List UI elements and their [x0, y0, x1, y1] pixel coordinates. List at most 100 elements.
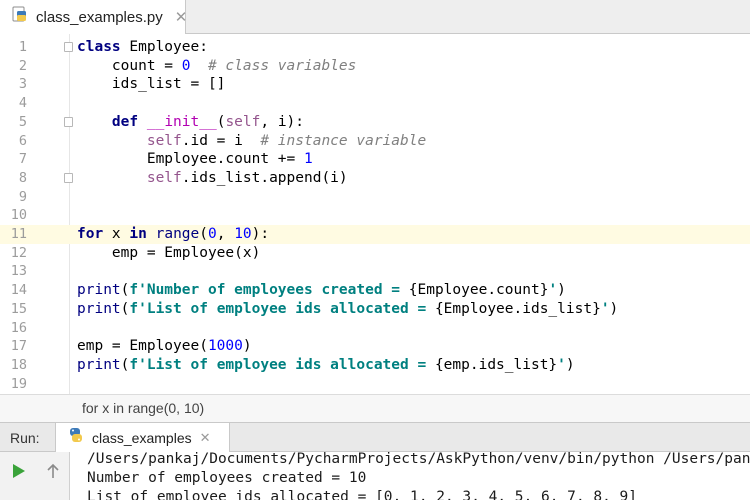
code-token: x: [103, 226, 130, 242]
code-token: class: [77, 39, 121, 55]
code-token: print: [77, 300, 121, 317]
code-text: emp = Employee(x): [77, 244, 260, 263]
code-token: in: [129, 226, 147, 242]
code-line[interactable]: 12 emp = Employee(x): [0, 244, 750, 263]
line-number: 16: [10, 319, 27, 336]
line-number: 13: [10, 263, 27, 280]
code-token: {Employee.count}: [408, 282, 549, 299]
code-token: .id = i: [181, 132, 261, 149]
code-line[interactable]: 11 for x in range(0, 10):: [0, 225, 750, 244]
line-number: 11: [10, 226, 27, 242]
code-text: self.id = i # instance variable: [77, 132, 426, 151]
code-token: .ids_list.append(i): [181, 169, 348, 186]
code-token: 1: [303, 151, 313, 168]
code-text: for x in range(0, 10):: [77, 225, 269, 244]
code-token: ): [242, 338, 252, 355]
code-token: for: [77, 226, 104, 242]
run-panel-title: Run:: [10, 430, 40, 446]
code-token: ': [557, 356, 566, 373]
code-line[interactable]: 16: [0, 319, 750, 338]
line-number: 18: [10, 356, 27, 373]
code-line[interactable]: 6 self.id = i # instance variable: [0, 132, 750, 151]
code-token: print: [77, 282, 121, 299]
breadcrumb-text[interactable]: for x in range(0, 10): [82, 400, 204, 416]
code-token: self: [146, 132, 182, 149]
code-line[interactable]: 1 class Employee:: [0, 38, 750, 57]
code-token: ): [609, 300, 619, 317]
code-text: count = 0 # class variables: [77, 57, 356, 76]
line-number: 2: [18, 57, 27, 74]
code-token: Employee:: [120, 39, 208, 55]
code-editor[interactable]: 1 class Employee: 2 count = 0 # class vari…: [0, 34, 750, 394]
code-token: count =: [77, 57, 182, 74]
code-line[interactable]: 14 print(f'Number of employees created = …: [0, 281, 750, 300]
fold-marker-icon[interactable]: [64, 172, 73, 183]
code-line[interactable]: 9: [0, 188, 750, 207]
code-token: 10: [234, 226, 252, 242]
code-text: emp = Employee(1000): [77, 337, 252, 356]
run-button[interactable]: [8, 460, 30, 482]
play-icon: [13, 464, 25, 478]
run-console: /Users/pankaj/Documents/PycharmProjects/…: [0, 451, 750, 500]
python-file-icon: [12, 6, 28, 28]
code-token: Employee.count +=: [77, 151, 304, 168]
code-line[interactable]: 19: [0, 375, 750, 394]
code-token: # class variables: [207, 57, 357, 74]
breadcrumb[interactable]: for x in range(0, 10): [0, 394, 750, 422]
code-text: def __init__(self, i):: [77, 113, 304, 132]
code-token: def: [111, 113, 139, 130]
code-line[interactable]: 15 print(f'List of employee ids allocated…: [0, 300, 750, 319]
code-line[interactable]: 7 Employee.count += 1: [0, 150, 750, 169]
code-token: f'List of employee ids allocated =: [129, 356, 435, 373]
code-line[interactable]: 10: [0, 206, 750, 225]
line-number: 3: [18, 76, 27, 93]
code-line[interactable]: 3 ids_list = []: [0, 75, 750, 94]
code-text: ids_list = []: [77, 75, 226, 94]
editor-tab-bar: class_examples.py ✕: [0, 0, 750, 34]
code-line[interactable]: 4: [0, 94, 750, 113]
run-config-tab[interactable]: class_examples ✕: [55, 423, 230, 452]
code-text: self.ids_list.append(i): [77, 169, 348, 188]
code-token: ids_list = []: [77, 76, 226, 93]
line-number: 17: [10, 338, 27, 355]
line-number: 15: [10, 300, 27, 317]
code-line[interactable]: 17 emp = Employee(1000): [0, 337, 750, 356]
scroll-up-button[interactable]: [42, 460, 64, 482]
code-text: Employee.count += 1: [77, 150, 313, 169]
file-tab-label: class_examples.py: [36, 8, 163, 26]
line-number: 1: [18, 39, 27, 55]
close-run-tab-icon[interactable]: ✕: [200, 430, 211, 446]
console-line: /Users/pankaj/Documents/PycharmProjects/…: [87, 451, 750, 467]
python-icon: [68, 427, 84, 448]
code-token: emp = Employee(: [77, 338, 208, 355]
line-number: 14: [10, 282, 27, 299]
code-token: (: [199, 226, 208, 242]
code-line[interactable]: 8 self.ids_list.append(i): [0, 169, 750, 188]
code-line[interactable]: 18 print(f'List of employee ids allocated…: [0, 356, 750, 375]
file-tab[interactable]: class_examples.py ✕: [0, 0, 188, 34]
fold-marker-icon[interactable]: [64, 42, 73, 52]
code-token: range: [155, 226, 200, 242]
close-tab-icon[interactable]: ✕: [175, 8, 188, 26]
code-token: print: [77, 356, 121, 373]
line-number: 8: [18, 169, 27, 186]
run-tab-label: class_examples: [92, 429, 192, 446]
code-token: ,: [216, 226, 235, 242]
code-line[interactable]: 13: [0, 262, 750, 281]
code-token: f'List of employee ids allocated =: [129, 300, 435, 317]
run-toolbar: [0, 452, 70, 500]
code-token: self: [146, 169, 182, 186]
code-line[interactable]: 5 def __init__(self, i):: [0, 113, 750, 132]
line-number: 9: [18, 188, 27, 205]
code-token: ): [565, 356, 575, 373]
code-token: ': [600, 300, 610, 317]
code-token: ': [548, 282, 558, 299]
code-text: print(f'List of employee ids allocated =…: [77, 300, 618, 319]
fold-marker-icon[interactable]: [64, 116, 73, 127]
code-line[interactable]: 2 count = 0 # class variables: [0, 57, 750, 76]
